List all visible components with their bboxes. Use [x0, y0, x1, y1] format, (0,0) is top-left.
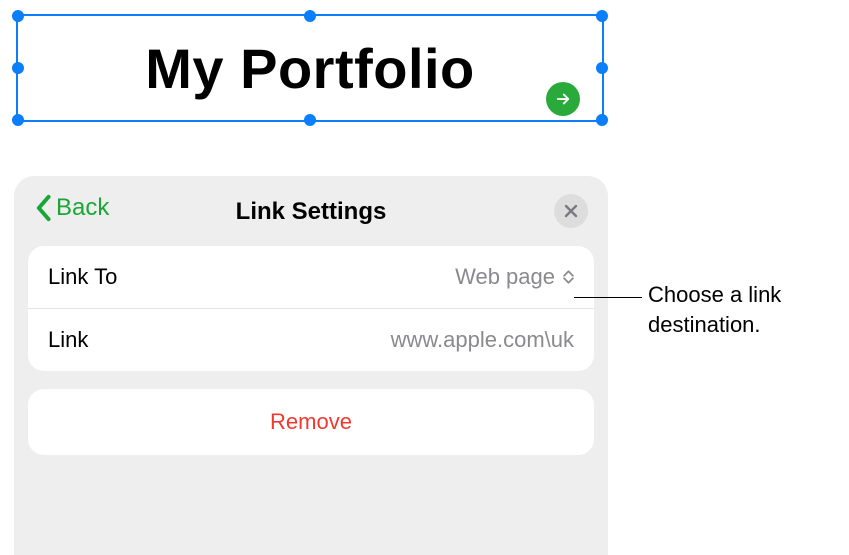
- link-url-label: Link: [48, 327, 88, 353]
- selected-text-box[interactable]: My Portfolio: [16, 14, 604, 122]
- back-button-label: Back: [56, 194, 109, 222]
- chevron-left-icon: [34, 194, 52, 222]
- back-button[interactable]: Back: [34, 194, 109, 222]
- annotation-line1: Choose a link: [648, 282, 781, 307]
- remove-button[interactable]: Remove: [28, 389, 594, 455]
- close-icon: [564, 204, 578, 218]
- close-button[interactable]: [554, 194, 588, 228]
- textbox-content[interactable]: My Portfolio: [18, 16, 602, 120]
- link-form-group: Link To Web page Link www.apple.com\uk: [28, 246, 594, 371]
- annotation-text: Choose a link destination.: [648, 280, 838, 339]
- annotation-line2: destination.: [648, 312, 761, 337]
- link-settings-panel: Back Link Settings Link To Web page Link: [14, 176, 608, 555]
- link-to-popup[interactable]: Web page: [455, 264, 574, 290]
- resize-handle-bottom-left[interactable]: [12, 114, 24, 126]
- resize-handle-middle-right[interactable]: [596, 62, 608, 74]
- resize-handle-bottom-middle[interactable]: [304, 114, 316, 126]
- link-url-row[interactable]: Link www.apple.com\uk: [28, 308, 594, 371]
- link-to-row[interactable]: Link To Web page: [28, 246, 594, 308]
- resize-handle-bottom-right[interactable]: [596, 114, 608, 126]
- popup-arrows-icon: [563, 270, 574, 284]
- resize-handle-top-right[interactable]: [596, 10, 608, 22]
- link-badge-icon[interactable]: [546, 82, 580, 116]
- panel-header: Back Link Settings: [28, 192, 594, 232]
- resize-handle-top-middle[interactable]: [304, 10, 316, 22]
- panel-title: Link Settings: [236, 198, 387, 226]
- resize-handle-middle-left[interactable]: [12, 62, 24, 74]
- link-url-value[interactable]: www.apple.com\uk: [391, 327, 574, 353]
- link-to-value: Web page: [455, 264, 555, 290]
- resize-handle-top-left[interactable]: [12, 10, 24, 22]
- link-to-label: Link To: [48, 264, 117, 290]
- annotation-leader-line: [574, 297, 642, 298]
- remove-button-label: Remove: [270, 409, 352, 434]
